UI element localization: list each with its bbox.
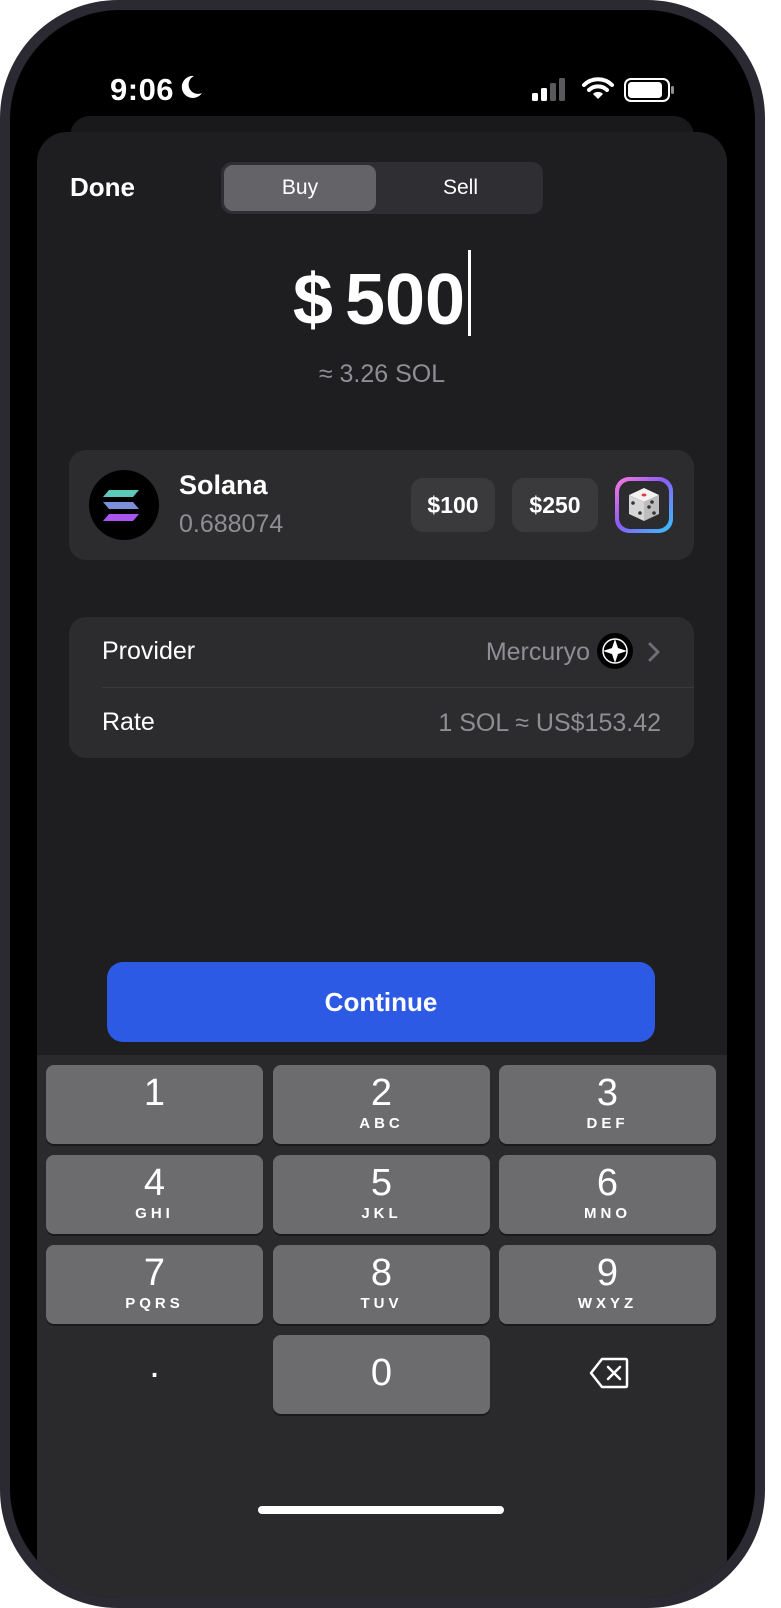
quick-amount-100-button[interactable]: $100 [411, 478, 495, 532]
key-digit: 2 [370, 1072, 393, 1114]
buy-sell-segmented-control: Buy Sell [221, 162, 543, 214]
key-5[interactable]: 5 JKL [273, 1155, 490, 1234]
phone-frame: 9:06 Done Buy Sell $ 500 ≈ 3.26 SOL Sola… [0, 0, 765, 1608]
done-button[interactable]: Done [70, 172, 135, 203]
key-decimal[interactable]: . [46, 1335, 263, 1414]
key-7[interactable]: 7 PQRS [46, 1245, 263, 1324]
details-card: Provider Mercuryo Rate 1 SOL ≈ US$153.42 [69, 617, 694, 758]
backspace-icon [589, 1357, 629, 1389]
key-letters: ABC [359, 1115, 404, 1132]
key-digit: 5 [370, 1162, 393, 1204]
key-letters: JKL [361, 1205, 402, 1222]
key-letters: GHI [135, 1205, 174, 1222]
home-indicator[interactable] [258, 1506, 504, 1514]
key-digit: 4 [143, 1162, 166, 1204]
quick-amount-250-button[interactable]: $250 [512, 478, 598, 532]
key-0[interactable]: 0 [273, 1335, 490, 1414]
text-cursor [468, 250, 472, 336]
screen: 9:06 Done Buy Sell $ 500 ≈ 3.26 SOL Sola… [10, 10, 755, 1598]
key-digit: . [149, 1344, 160, 1386]
key-2[interactable]: 2 ABC [273, 1065, 490, 1144]
key-6[interactable]: 6 MNO [499, 1155, 716, 1234]
cellular-signal-icon [532, 78, 568, 107]
key-3[interactable]: 3 DEF [499, 1065, 716, 1144]
crypto-equivalent: ≈ 3.26 SOL [318, 360, 446, 388]
provider-value: Mercuryo [485, 638, 590, 666]
wifi-icon [582, 76, 614, 107]
key-digit: 0 [370, 1352, 393, 1394]
key-digit: 1 [143, 1072, 166, 1114]
status-time: 9:06 [110, 72, 175, 107]
rate-label: Rate [102, 708, 155, 736]
token-balance: 0.688074 [179, 510, 284, 538]
key-1[interactable]: 1 [46, 1065, 263, 1144]
key-digit: 7 [143, 1252, 166, 1294]
key-digit: 9 [596, 1252, 619, 1294]
key-8[interactable]: 8 TUV [273, 1245, 490, 1324]
key-letters: MNO [584, 1205, 631, 1222]
key-letters: DEF [586, 1115, 629, 1132]
chevron-right-icon [647, 641, 661, 668]
currency-symbol: $ [292, 260, 333, 340]
tab-sell[interactable]: Sell [381, 165, 540, 211]
key-digit: 8 [370, 1252, 393, 1294]
rate-value: 1 SOL ≈ US$153.42 [438, 709, 661, 737]
backspace-key[interactable] [499, 1335, 716, 1414]
key-letters: WXYZ [577, 1295, 638, 1312]
continue-button[interactable]: Continue [107, 962, 655, 1042]
key-digit: 3 [596, 1072, 619, 1114]
rate-row: Rate 1 SOL ≈ US$153.42 [69, 688, 694, 758]
token-name: Solana [179, 470, 268, 500]
random-amount-button[interactable] [615, 477, 673, 533]
status-bar: 9:06 [10, 10, 755, 120]
moon-icon [180, 74, 204, 105]
amount-input[interactable]: $500 [37, 250, 727, 341]
battery-icon [624, 78, 676, 107]
amount-value: 500 [344, 260, 466, 340]
key-9[interactable]: 9 WXYZ [499, 1245, 716, 1324]
solana-logo-icon [89, 470, 159, 540]
key-digit: 6 [596, 1162, 619, 1204]
dice-icon [619, 481, 669, 529]
buy-sheet: Done Buy Sell $500 ≈ 3.26 SOL Solana 0.6… [37, 132, 727, 1598]
token-card[interactable]: Solana 0.688074 $100 $250 [69, 450, 694, 560]
tab-buy[interactable]: Buy [224, 165, 376, 211]
provider-label: Provider [102, 637, 196, 665]
mercuryo-logo-icon [597, 633, 633, 669]
key-letters: PQRS [125, 1295, 184, 1312]
numeric-keypad: 1 2 ABC 3 DEF 4 GHI 5 JKL 6 MNO 7 PQRS 8… [37, 1055, 727, 1598]
provider-row[interactable]: Provider Mercuryo [69, 617, 694, 688]
key-4[interactable]: 4 GHI [46, 1155, 263, 1234]
key-letters: TUV [360, 1295, 403, 1312]
